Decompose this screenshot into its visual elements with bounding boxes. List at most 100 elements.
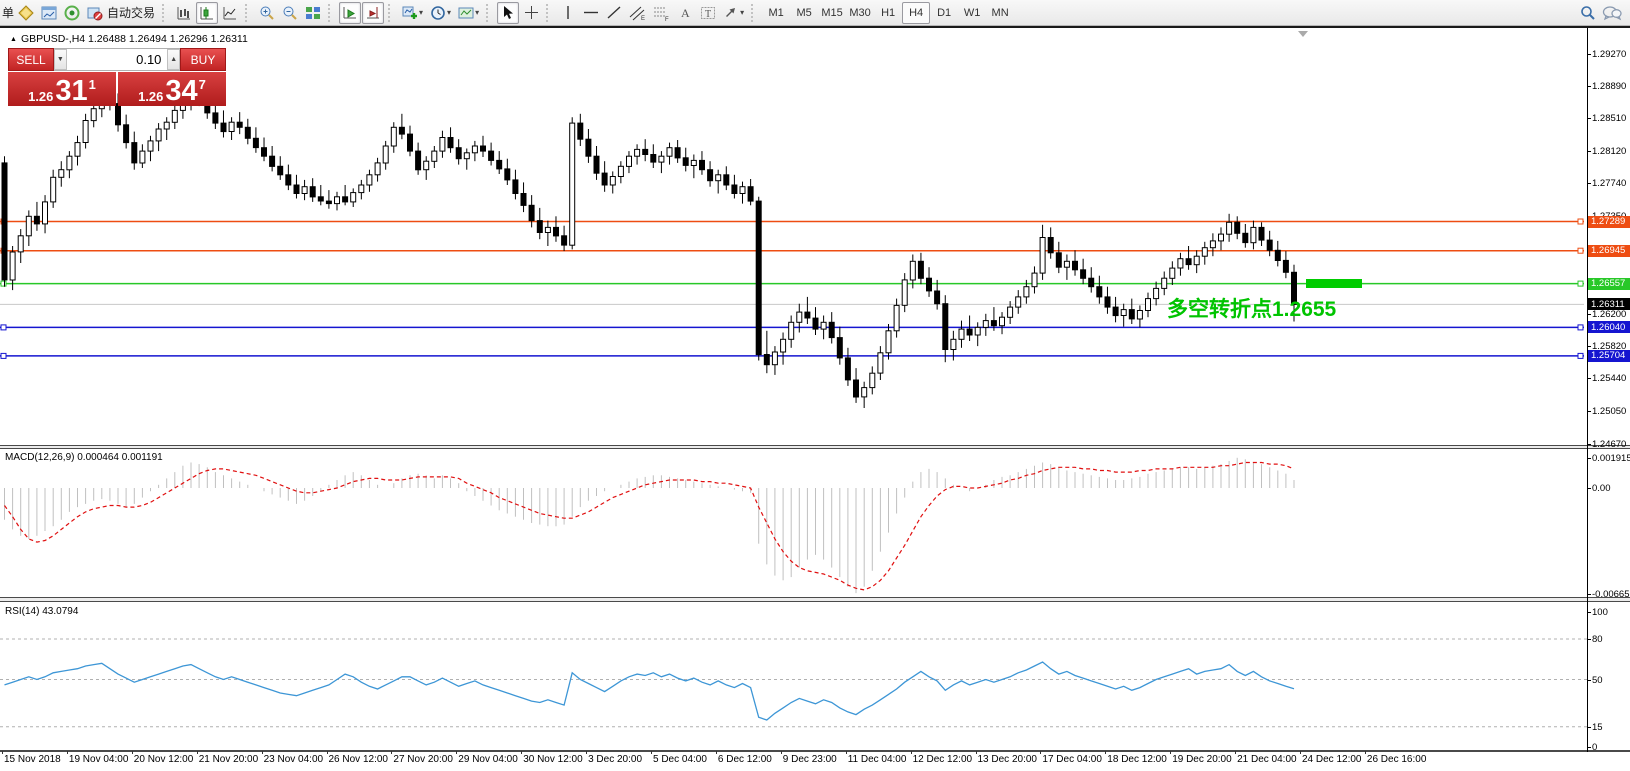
candle-body [716,175,721,181]
candle-body [18,236,23,252]
candle-body [1105,297,1110,307]
price-line-badge: 1.25704 [1588,350,1630,362]
candle-body [1016,297,1021,307]
candle-body [1227,222,1232,234]
candle-body [132,143,137,163]
time-axis-label[interactable]: 24 Dec 12:00 [1302,754,1362,765]
price-line-badge: 1.26040 [1588,321,1630,333]
volume-increase-button[interactable]: ▲ [167,49,180,70]
candle-body [927,278,932,291]
buy-button[interactable]: BUY [180,48,226,71]
time-axis-label[interactable]: 21 Dec 04:00 [1237,754,1297,765]
sell-button[interactable]: SELL [8,48,54,71]
time-axis-label[interactable]: 21 Nov 20:00 [199,754,259,765]
time-axis-label[interactable]: 29 Nov 04:00 [458,754,518,765]
candle-body [1275,250,1280,260]
time-axis-tick [67,751,68,754]
time-axis-label[interactable]: 19 Nov 04:00 [69,754,129,765]
candle-body [262,148,267,157]
hline-handle [1578,353,1583,358]
candle-body [618,166,623,176]
time-axis-label[interactable]: 9 Dec 23:00 [783,754,837,765]
candle-body [781,339,786,352]
candle-body [1259,227,1264,240]
candle-body [627,156,632,166]
candle-body [2,163,7,280]
candle-body [521,194,526,206]
candle-body [1186,259,1191,265]
time-axis-label[interactable]: 19 Dec 20:00 [1172,754,1232,765]
time-axis-label[interactable]: 18 Dec 12:00 [1107,754,1167,765]
time-axis-label[interactable]: 26 Nov 12:00 [329,754,389,765]
volume-decrease-button[interactable]: ▼ [54,49,67,70]
candle-body [1056,253,1061,267]
volume-input[interactable] [67,49,168,70]
candle-body [286,175,291,185]
candle-body [213,113,218,123]
candle-body [959,329,964,339]
hline-handle [1,325,6,330]
time-axis-label[interactable]: 6 Dec 12:00 [718,754,772,765]
current-price-badge: 1.26311 [1588,298,1630,310]
macd-axis-label: -0.006659 [1592,589,1630,600]
candle-body [918,261,923,278]
candle-body [424,161,429,170]
rsi-axis-tick [1587,680,1591,681]
time-axis-label[interactable]: 12 Dec 12:00 [913,754,973,765]
ask-quote-tile[interactable]: 1.26347 [118,72,226,106]
time-axis-label[interactable]: 3 Dec 20:00 [588,754,642,765]
candle-body [1194,256,1199,265]
collapse-triangle-icon[interactable]: ▲ [10,36,17,43]
candle-body [124,125,129,143]
candle-body [837,338,842,358]
time-axis-label[interactable]: 13 Dec 20:00 [978,754,1038,765]
candle-body [691,160,696,165]
candle-body [910,261,915,280]
time-axis-label[interactable]: 27 Nov 20:00 [393,754,453,765]
candle-body [513,180,518,194]
candle-body [529,205,534,220]
candle-body [862,388,867,397]
candle-body [51,177,56,202]
time-axis-label[interactable]: 5 Dec 04:00 [653,754,707,765]
price-axis-label: 1.28890 [1592,81,1626,92]
time-axis-tick [132,751,133,754]
chart-canvas[interactable] [0,0,1630,771]
candle-body [1243,233,1248,242]
macd-axis-label: 0.00 [1592,483,1611,494]
candle-body [1024,287,1029,297]
price-axis-tick [1587,411,1591,412]
candle-body [659,156,664,162]
time-axis-label[interactable]: 11 Dec 04:00 [848,754,907,765]
ask-big-digits: 34 [165,78,197,104]
time-axis-label[interactable]: 26 Dec 16:00 [1367,754,1427,765]
time-axis-label[interactable]: 17 Dec 04:00 [1042,754,1102,765]
candle-body [1283,260,1288,272]
candle-body [294,185,299,194]
time-axis-tick [1235,751,1236,754]
time-axis-label[interactable]: 20 Nov 12:00 [134,754,194,765]
time-axis-tick [1365,751,1366,754]
time-axis-tick [197,751,198,754]
price-axis-tick [1587,444,1591,445]
price-line-badge: 1.26557 [1588,278,1630,290]
candle-body [537,221,542,233]
candle-body [894,305,899,330]
candle-body [10,252,15,280]
annotation-text[interactable]: 多空转折点1.2655 [1167,293,1336,323]
price-axis-label: 1.28120 [1592,146,1626,157]
candle-body [302,187,307,194]
time-axis-label[interactable]: 23 Nov 04:00 [264,754,324,765]
time-axis-tick [327,751,328,754]
ask-prefix: 1.26 [138,90,163,104]
candle-body [416,151,421,170]
time-axis-label[interactable]: 15 Nov 2018 [4,754,61,765]
bid-quote-tile[interactable]: 1.26311 [8,72,116,106]
time-axis-label[interactable]: 30 Nov 12:00 [523,754,583,765]
candle-body [448,138,453,148]
candle-body [270,156,275,166]
time-axis-tick [911,751,912,754]
candle-body [43,202,48,224]
rsi-axis-tick [1587,612,1591,613]
candle-body [1064,261,1069,267]
